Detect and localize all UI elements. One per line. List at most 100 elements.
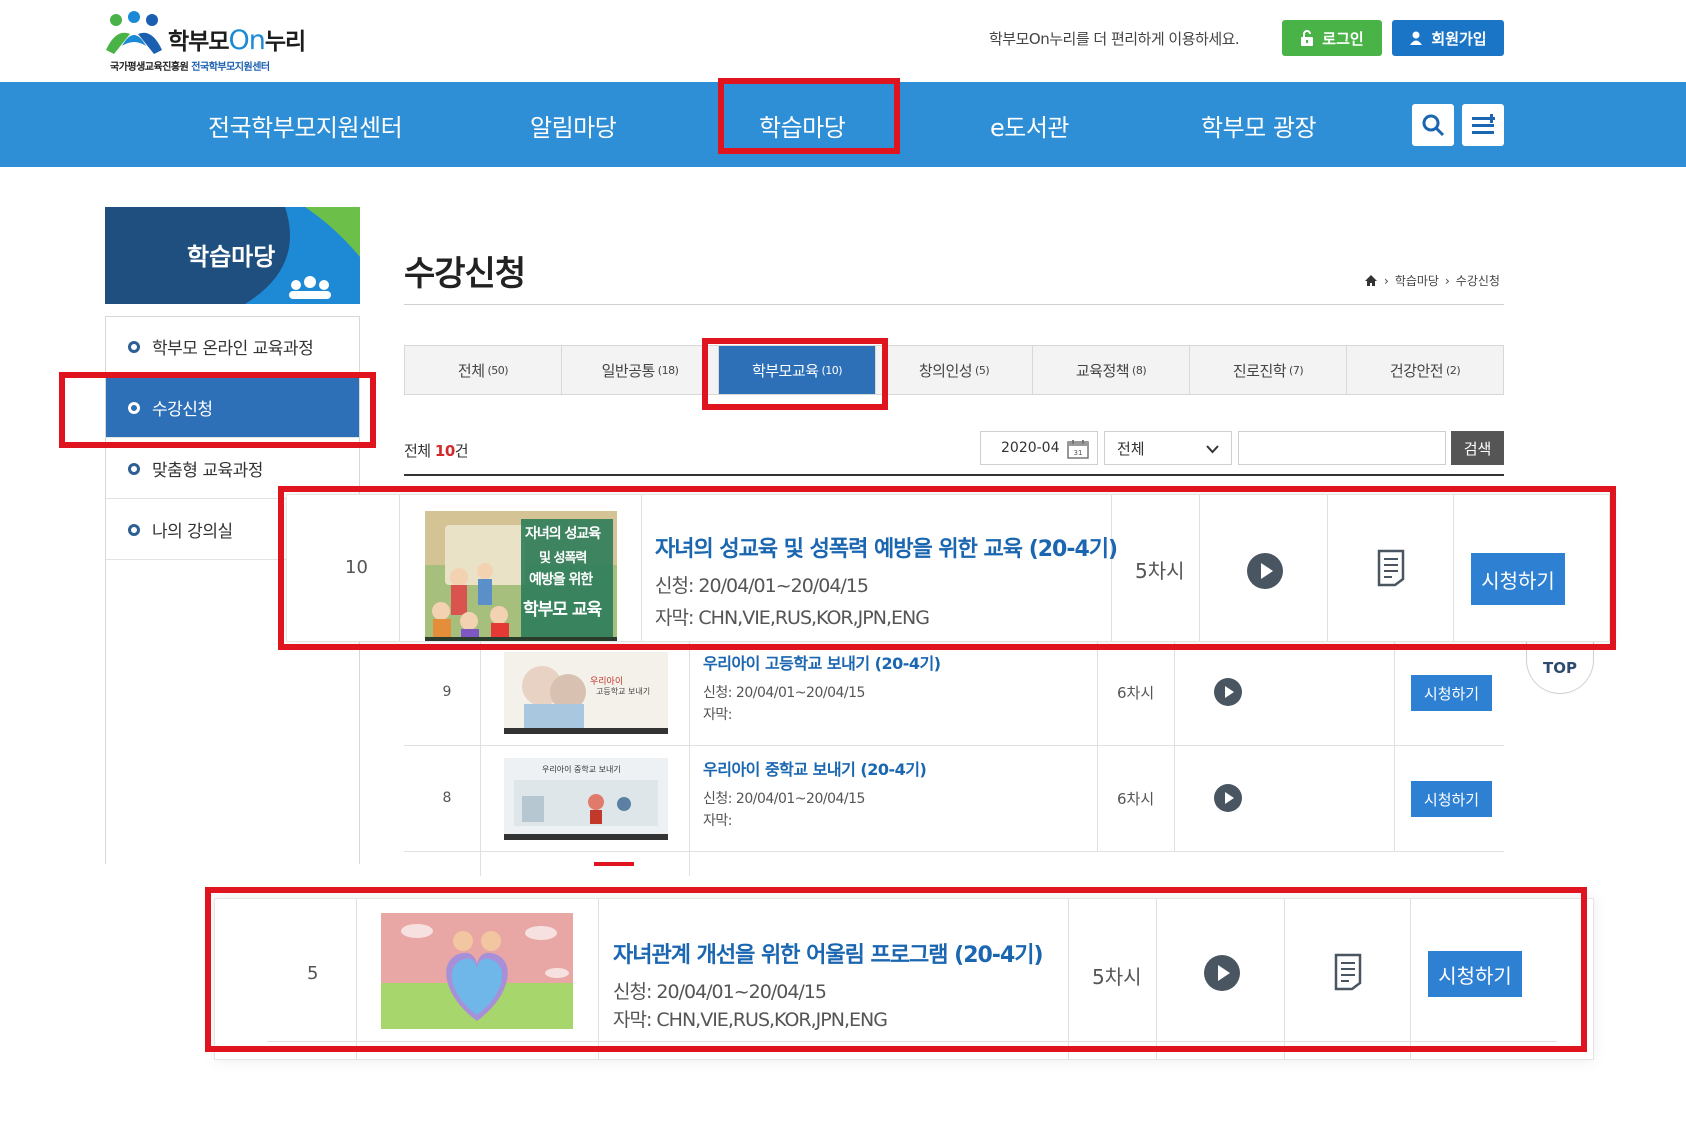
title-divider — [404, 304, 1504, 305]
sidebar-item-custom-course[interactable]: 맞춤형 교육과정 — [106, 439, 359, 499]
watch-button[interactable]: 시청하기 — [1471, 553, 1565, 605]
category-tabs: 전체 (50) 일반공통 (18) 학부모교육 (10) 창의인성 (5) 교육정책 (8… — [404, 345, 1504, 395]
row-number: 9 — [442, 684, 452, 700]
course-title-link[interactable]: 자녀관계 개선을 위한 어울림 프로그램 (20-4기) — [613, 937, 1044, 969]
sidebar-title: 학습마당 — [187, 243, 276, 271]
sidebar-item-enroll[interactable]: 수강신청 — [106, 378, 359, 438]
menu-icon — [1472, 114, 1495, 134]
tab-label: 학부모교육 — [751, 361, 819, 380]
row-number: 5 — [307, 963, 319, 984]
row-number: 10 — [345, 557, 368, 578]
sidebar-item-label: 나의 강의실 — [152, 522, 233, 542]
lock-icon — [1301, 30, 1314, 46]
course-thumbnail[interactable]: 우리아이 고등학교 보내기 — [504, 652, 668, 734]
total-count: 전체 10건 — [404, 442, 469, 460]
tab-health[interactable]: 건강안전 (2) — [1347, 346, 1503, 394]
watch-button[interactable]: 시청하기 — [1428, 951, 1522, 997]
tab-creativity[interactable]: 창의인성 (5) — [876, 346, 1033, 394]
top-header: 학부모On누리 국가평생교육진흥원 전국학부모지원센터 학부모On누리를 더 편… — [0, 0, 1686, 82]
course-sessions: 6차시 — [1117, 790, 1155, 808]
tab-label: 일반공통 — [601, 361, 656, 380]
course-title-link[interactable]: 우리아이 고등학교 보내기 (20-4기) — [703, 650, 941, 674]
menu-button[interactable] — [1462, 104, 1504, 146]
tab-count: (8) — [1132, 363, 1147, 377]
course-subtitles: 자막: — [703, 813, 732, 829]
site-logo[interactable]: 학부모On누리 국가평생교육진흥원 전국학부모지원센터 — [104, 8, 306, 73]
gnb-item-parent-square[interactable]: 학부모 광장 — [1201, 108, 1317, 143]
thumb-text: 우리아이 중학교 보내기 — [542, 765, 621, 774]
tab-label: 건강안전 — [1389, 361, 1444, 380]
filter-select[interactable]: 전체 — [1104, 431, 1232, 465]
gnb-item-notice[interactable]: 알림마당 — [530, 108, 617, 143]
table-row: 9 우리아이 고등학교 보내기 우리아이 고등학교 보내기 (20-4기) 신청… — [404, 640, 1504, 746]
course-title-link[interactable]: 우리아이 중학교 보내기 (20-4기) — [703, 756, 927, 780]
tab-all[interactable]: 전체 (50) — [405, 346, 562, 394]
search-button[interactable] — [1412, 104, 1454, 146]
thumb-text: 예방을 위한 — [529, 572, 593, 588]
play-icon[interactable] — [1204, 955, 1240, 991]
gnb-item-elibrary[interactable]: e도서관 — [990, 108, 1070, 143]
scroll-top-button[interactable]: TOP — [1526, 634, 1594, 694]
course-thumbnail[interactable]: 우리아이 중학교 보내기 — [504, 758, 668, 840]
course-title-link[interactable]: 자녀의 성교육 및 성폭력 예방을 위한 교육 (20-4기) — [655, 531, 1118, 563]
logo-subtitle: 국가평생교육진흥원 전국학부모지원센터 — [110, 62, 270, 73]
date-picker[interactable]: 2020-04 31 — [980, 431, 1098, 465]
gnb-item-support-center[interactable]: 전국학부모지원센터 — [208, 108, 403, 143]
course-sessions: 5차시 — [1092, 965, 1142, 989]
course-subtitles: 자막: — [703, 707, 732, 723]
breadcrumb-sep: › — [1444, 273, 1450, 288]
watch-button[interactable]: 시청하기 — [1411, 675, 1492, 711]
join-label: 회원가입 — [1431, 29, 1487, 48]
course-thumbnail[interactable] — [381, 913, 573, 1029]
logo-title: 학부모On누리 — [168, 25, 306, 56]
home-icon[interactable] — [1364, 274, 1378, 287]
table-row-partial — [404, 852, 1504, 876]
tab-count: (5) — [975, 363, 990, 377]
tab-parent-education[interactable]: 학부모교육 (10) — [719, 346, 876, 394]
play-icon[interactable] — [1214, 678, 1242, 706]
bullet-icon — [128, 340, 140, 353]
tab-policy[interactable]: 교육정책 (8) — [1033, 346, 1190, 394]
svg-text:31: 31 — [1074, 449, 1083, 457]
search-submit-button[interactable]: 검색 — [1451, 431, 1504, 465]
tab-count: (2) — [1446, 363, 1461, 377]
thumb-text: 자녀의 성교육 — [525, 526, 601, 542]
tab-count: (10) — [821, 363, 843, 377]
tab-career[interactable]: 진로진학 (7) — [1190, 346, 1347, 394]
tab-count: (7) — [1289, 363, 1304, 377]
document-icon[interactable] — [1334, 953, 1362, 991]
breadcrumb-item[interactable]: 학습마당 — [1395, 272, 1439, 289]
thumb-text: 고등학교 보내기 — [596, 687, 651, 696]
calendar-icon[interactable]: 31 — [1067, 439, 1089, 459]
tab-general[interactable]: 일반공통 (18) — [562, 346, 719, 394]
course-apply-period: 신청: 20/04/01~20/04/15 — [613, 981, 827, 1003]
bullet-icon — [128, 401, 140, 414]
watch-button[interactable]: 시청하기 — [1411, 781, 1492, 817]
play-icon[interactable] — [1247, 553, 1283, 589]
tab-label: 진로진학 — [1232, 361, 1287, 380]
tab-label: 창의인성 — [918, 361, 973, 380]
login-button[interactable]: 로그인 — [1282, 20, 1382, 56]
search-input[interactable] — [1238, 431, 1446, 465]
thumb-text: 학부모 교육 — [523, 600, 602, 620]
course-sessions: 5차시 — [1135, 559, 1185, 583]
select-value: 전체 — [1117, 439, 1145, 458]
login-label: 로그인 — [1322, 29, 1364, 48]
tab-label: 전체 — [457, 361, 485, 380]
course-sessions: 6차시 — [1117, 684, 1155, 702]
course-subtitles: 자막: CHN,VIE,RUS,KOR,JPN,ENG — [655, 607, 930, 629]
course-thumbnail[interactable]: 자녀의 성교육 및 성폭력 예방을 위한 학부모 교육 — [425, 511, 617, 641]
document-icon[interactable] — [1377, 549, 1405, 587]
zoomed-course-row: 10 자녀의 성교육 및 성폭력 예방을 위한 학부모 교육 자녀의 성교육 및… — [286, 494, 1610, 642]
gnb-item-learning[interactable]: 학습마당 — [759, 108, 846, 143]
join-button[interactable]: 회원가입 — [1392, 20, 1504, 56]
sidebar-item-online-course[interactable]: 학부모 온라인 교육과정 — [106, 317, 359, 377]
course-subtitles: 자막: CHN,VIE,RUS,KOR,JPN,ENG — [613, 1009, 888, 1031]
bullet-icon — [128, 462, 140, 475]
breadcrumb-item[interactable]: 수강신청 — [1456, 272, 1500, 289]
sidebar-header: 학습마당 — [105, 207, 360, 304]
table-row: 8 우리아이 중학교 보내기 우리아이 중학교 보내기 (20-4기) 신청: … — [404, 746, 1504, 852]
logo-mark-icon — [106, 11, 162, 54]
play-icon[interactable] — [1214, 784, 1242, 812]
bullet-icon — [128, 523, 140, 536]
